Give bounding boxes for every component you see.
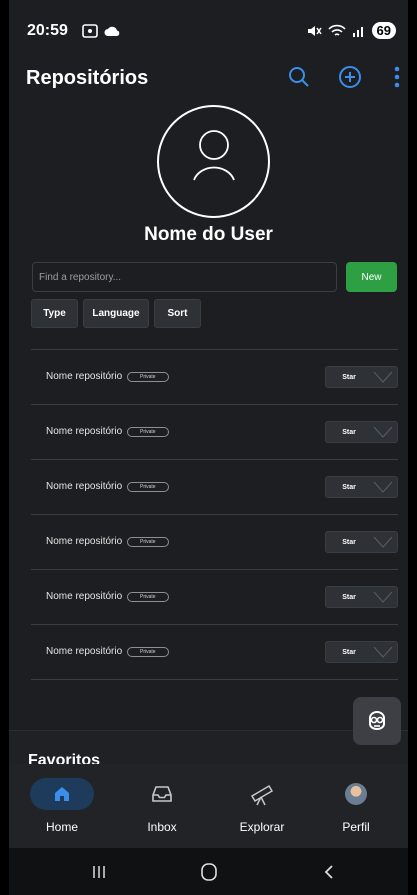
repository-name: Nome repositório [46, 371, 123, 382]
nav-item-explorar[interactable]: Explorar [212, 764, 312, 848]
system-navigation-bar [9, 848, 408, 895]
profile-avatar [157, 105, 270, 218]
repository-name: Nome repositório [46, 536, 123, 547]
search-input[interactable] [32, 262, 337, 292]
filter-type-button[interactable]: Type [31, 299, 78, 328]
nav-label: Explorar [239, 820, 285, 834]
star-label: Star [342, 648, 356, 656]
nav-item-perfil[interactable]: Perfil [306, 764, 406, 848]
visibility-badge: Private [127, 427, 169, 437]
status-right-icons: 69 [306, 22, 396, 39]
star-button[interactable]: Star [325, 476, 398, 498]
chevron-down-icon[interactable] [372, 644, 394, 660]
status-time: 20:59 [27, 22, 68, 39]
repository-row[interactable]: Nome repositório Private Star [31, 625, 398, 679]
star-label: Star [342, 373, 356, 381]
back-button[interactable] [309, 858, 349, 886]
visibility-badge: Private [127, 592, 169, 602]
visibility-badge: Private [127, 537, 169, 547]
repository-name: Nome repositório [46, 646, 123, 657]
nav-label: Perfil [342, 820, 370, 834]
star-label: Star [342, 538, 356, 546]
status-bar: 20:59 69 [9, 0, 408, 50]
chevron-down-icon[interactable] [372, 534, 394, 550]
home-icon [55, 787, 69, 801]
chevron-down-icon[interactable] [372, 479, 394, 495]
filter-language-button[interactable]: Language [83, 299, 149, 328]
repository-name: Nome repositório [46, 591, 123, 602]
visibility-badge: Private [127, 647, 169, 657]
star-button[interactable]: Star [325, 586, 398, 608]
inbox-icon [152, 786, 172, 802]
home-system-button[interactable] [189, 858, 229, 886]
nav-item-inbox[interactable]: Inbox [112, 764, 212, 848]
telescope-icon [250, 784, 274, 806]
repository-name: Nome repositório [46, 481, 123, 492]
nav-item-home[interactable]: Home [12, 764, 112, 848]
home-circle-icon [201, 863, 217, 881]
bottom-navigation: Home Inbox Explorar Perfil [9, 764, 408, 848]
more-options-button[interactable] [382, 62, 408, 92]
chevron-down-icon[interactable] [372, 424, 394, 440]
recent-apps-button[interactable] [79, 858, 119, 886]
signal-icon [352, 26, 363, 37]
wifi-icon [327, 24, 346, 36]
repository-row[interactable]: Nome repositório Private Star [31, 350, 398, 404]
visibility-badge: Private [127, 372, 169, 382]
chevron-down-icon[interactable] [372, 589, 394, 605]
app-screen: 20:59 69 Repositórios Nome do User New T… [9, 0, 408, 895]
nav-label: Inbox [147, 820, 177, 834]
more-vert-icon [394, 66, 400, 88]
repository-name: Nome repositório [46, 426, 123, 437]
page-title: Repositórios [26, 67, 149, 89]
star-button[interactable]: Star [325, 366, 398, 388]
nav-icon-wrapper [230, 778, 294, 810]
copilot-button[interactable] [353, 697, 401, 745]
star-button[interactable]: Star [325, 421, 398, 443]
star-label: Star [342, 428, 356, 436]
repository-row[interactable]: Nome repositório Private Star [31, 405, 398, 459]
user-icon [193, 130, 235, 181]
battery-indicator: 69 [371, 22, 396, 39]
star-label: Star [342, 593, 356, 601]
chevron-down-icon[interactable] [372, 369, 394, 385]
visibility-badge: Private [127, 482, 169, 492]
search-button[interactable] [284, 62, 314, 92]
cloud-icon [104, 26, 120, 36]
nav-active-indicator [30, 778, 94, 810]
repository-row[interactable]: Nome repositório Private Star [31, 515, 398, 569]
repository-row[interactable]: Nome repositório Private Star [31, 570, 398, 624]
recents-icon [93, 866, 105, 878]
nav-icon-wrapper [130, 778, 194, 810]
search-icon [289, 67, 309, 87]
user-name: Nome do User [144, 224, 273, 245]
screenshot-icon [82, 24, 98, 38]
star-button[interactable]: Star [325, 531, 398, 553]
add-button[interactable] [335, 62, 365, 92]
star-button[interactable]: Star [325, 641, 398, 663]
back-icon [324, 865, 333, 879]
divider [31, 679, 398, 680]
new-repository-button[interactable]: New [346, 262, 397, 292]
avatar [345, 783, 367, 805]
mute-icon [307, 25, 322, 36]
repository-row[interactable]: Nome repositório Private Star [31, 460, 398, 514]
nav-icon-wrapper [324, 778, 388, 810]
add-circle-icon [339, 66, 361, 88]
filter-sort-button[interactable]: Sort [154, 299, 201, 328]
nav-label: Home [45, 820, 78, 834]
star-label: Star [342, 483, 356, 491]
copilot-icon [369, 711, 385, 730]
status-left-icons [82, 24, 120, 38]
